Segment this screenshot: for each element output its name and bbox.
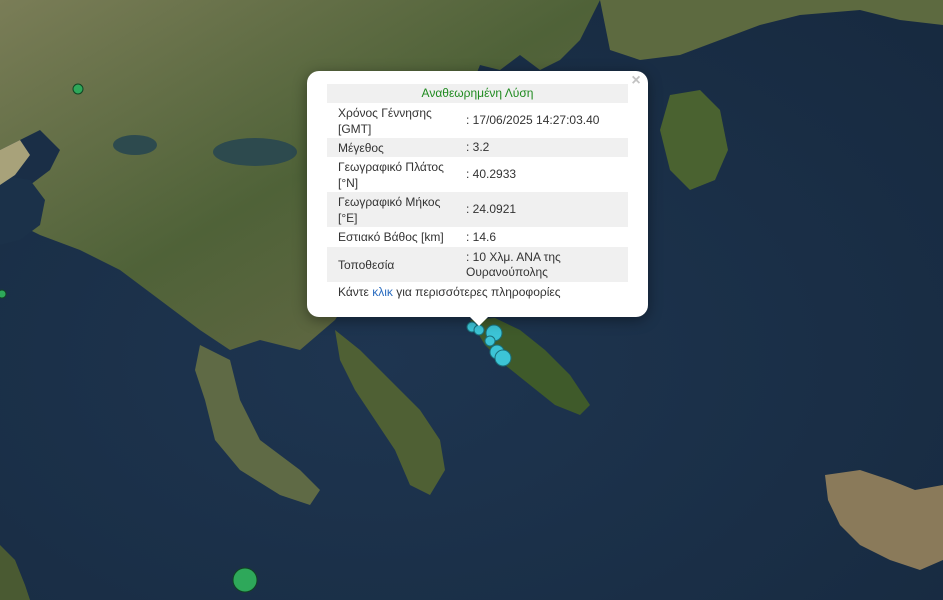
table-row: Τοποθεσία : 10 Χλμ. ΑΝΑ της Ουρανούπολης <box>327 247 628 282</box>
table-row: Γεωγραφικό Πλάτος [°N] : 40.2933 <box>327 157 628 192</box>
footer-prefix: Κάντε <box>338 285 373 299</box>
footer-suffix: για περισσότερες πληροφορίες <box>392 285 561 299</box>
popup-footer: Κάντε κλικ για περισσότερες πληροφορίες <box>327 285 628 299</box>
close-icon[interactable]: × <box>629 73 643 89</box>
popup-tip <box>469 316 489 326</box>
table-row: Χρόνος Γέννησης [GMT] : 17/06/2025 14:27… <box>327 103 628 138</box>
field-label: Γεωγραφικό Μήκος [°E] <box>327 192 456 227</box>
table-row: Μέγεθος : 3.2 <box>327 138 628 157</box>
details-table: Χρόνος Γέννησης [GMT] : 17/06/2025 14:27… <box>327 103 628 282</box>
field-label: Χρόνος Γέννησης [GMT] <box>338 105 432 136</box>
earthquake-marker[interactable] <box>494 349 512 367</box>
earthquake-marker[interactable] <box>72 83 84 95</box>
field-value: : 17/06/2025 14:27:03.40 <box>466 113 600 127</box>
field-label: Εστιακό Βάθος [km] <box>338 230 444 244</box>
more-info-link[interactable]: κλικ <box>372 285 393 299</box>
table-row: Εστιακό Βάθος [km] : 14.6 <box>327 227 628 247</box>
field-value: : 3.2 <box>456 138 628 157</box>
field-value: : 10 Χλμ. ΑΝΑ της Ουρανούπολης <box>456 247 628 282</box>
earthquake-marker[interactable] <box>0 289 7 299</box>
popup-content: Αναθεωρημένη Λύση Χρόνος Γέννησης [GMT] … <box>327 84 628 299</box>
earthquake-marker[interactable] <box>484 335 496 347</box>
field-value: : 24.0921 <box>456 192 628 227</box>
field-label: Τοποθεσία <box>327 247 456 282</box>
lake <box>113 135 157 155</box>
popup-title: Αναθεωρημένη Λύση <box>327 84 628 103</box>
earthquake-marker[interactable] <box>232 567 258 593</box>
table-row: Γεωγραφικό Μήκος [°E] : 24.0921 <box>327 192 628 227</box>
lake <box>213 138 297 166</box>
earthquake-marker[interactable] <box>473 324 485 336</box>
field-value: : 14.6 <box>466 229 497 244</box>
field-label: Γεωγραφικό Πλάτος [°N] <box>338 159 444 190</box>
field-value: : 40.2933 <box>466 167 517 181</box>
earthquake-info-popup: × Αναθεωρημένη Λύση Χρόνος Γέννησης [GMT… <box>307 71 648 317</box>
field-label: Μέγεθος <box>327 138 456 157</box>
